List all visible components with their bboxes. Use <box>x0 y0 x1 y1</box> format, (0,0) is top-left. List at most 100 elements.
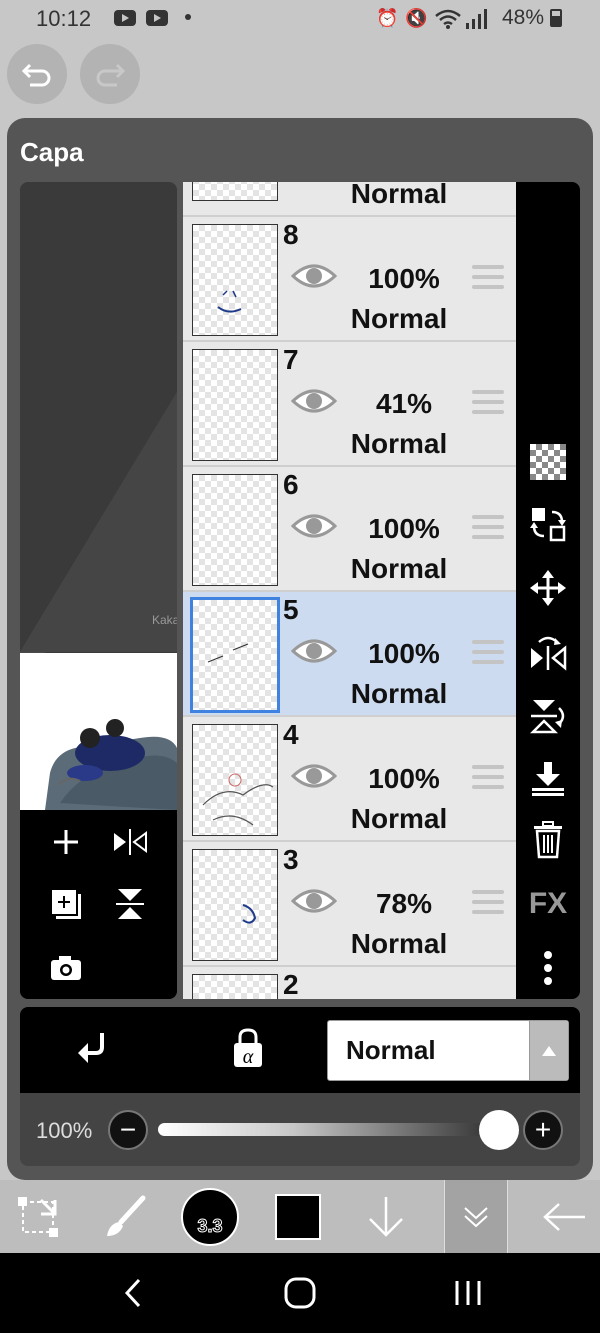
arrow-down-button[interactable] <box>360 1180 412 1253</box>
layer-row[interactable]: 8 100% Normal <box>183 217 516 342</box>
alpha-symbol: α <box>243 1046 254 1068</box>
opacity-increase-button[interactable]: + <box>523 1110 563 1150</box>
delete-icon[interactable] <box>526 818 570 862</box>
layer-blend-mode: Normal <box>350 428 448 459</box>
merge-down-icon[interactable] <box>526 756 570 800</box>
status-bar: 10:12 ⏰ 🔇 48% <box>0 0 600 38</box>
brush-tool-button[interactable] <box>96 1180 152 1253</box>
layer-blend-mode: Normal <box>350 303 448 334</box>
layer-row[interactable]: 2 <box>183 967 516 999</box>
wifi-icon <box>434 9 462 34</box>
clipping-icon[interactable] <box>76 1029 120 1073</box>
layer-blend-mode: Normal <box>350 928 448 959</box>
layer-thumbnail <box>192 849 278 961</box>
move-icon[interactable] <box>526 566 570 610</box>
preview-sketch-text: Kaka <box>152 613 177 627</box>
layer-blend-mode: Normal <box>350 803 448 834</box>
back-arrow-icon <box>543 1202 585 1231</box>
duplicate-layer-button[interactable] <box>46 884 86 924</box>
alpha-lock-icon[interactable]: α <box>230 1027 274 1075</box>
opacity-decrease-button[interactable]: − <box>108 1110 148 1150</box>
layer-opacity: 100% <box>368 513 440 544</box>
camera-icon <box>51 956 81 980</box>
layer-thumbnail <box>192 182 278 201</box>
drag-handle-icon[interactable] <box>472 265 504 293</box>
layer-row-selected[interactable]: 5 100% Normal <box>183 592 516 717</box>
brush-size-button[interactable]: 3.3 <box>178 1180 242 1253</box>
eye-icon[interactable] <box>291 761 337 791</box>
dropdown-arrow-icon <box>529 1021 568 1080</box>
flip-icon[interactable] <box>526 632 570 676</box>
layer-row[interactable]: 7 41% Normal <box>183 342 516 467</box>
layer-thumbnail <box>192 224 278 336</box>
layer-number: 7 <box>283 344 299 375</box>
fx-icon[interactable]: FX <box>526 882 570 926</box>
notification-dot <box>185 14 191 20</box>
eye-icon[interactable] <box>291 261 337 291</box>
flip-vertical-icon <box>116 889 144 919</box>
eye-icon[interactable] <box>291 636 337 666</box>
eye-icon[interactable] <box>291 511 337 541</box>
eye-icon[interactable] <box>291 386 337 416</box>
more-icon[interactable] <box>526 946 570 990</box>
flip-vertical-button[interactable] <box>110 884 150 924</box>
duplicate-layer-icon <box>52 890 81 919</box>
layer-number: 5 <box>283 594 299 625</box>
brush-size-value: 3.3 <box>197 1215 223 1236</box>
preview-controls <box>20 810 177 999</box>
layer-row[interactable]: 6 100% Normal <box>183 467 516 592</box>
rotate-flip-icon[interactable] <box>526 694 570 738</box>
opacity-slider-knob[interactable] <box>479 1110 519 1150</box>
drag-handle-icon[interactable] <box>472 640 504 668</box>
layer-list[interactable]: Normal 8 100% Normal 7 41% Normal 6 100%… <box>183 182 516 999</box>
layer-row[interactable]: Normal <box>183 182 516 217</box>
layer-blend-mode: Normal <box>350 678 448 709</box>
arrow-down-icon <box>369 1196 403 1237</box>
signal-icon <box>465 9 487 34</box>
drag-handle-icon[interactable] <box>472 765 504 793</box>
undo-icon <box>21 63 51 87</box>
add-layer-icon <box>54 830 78 854</box>
back-nav-icon[interactable] <box>108 1266 158 1320</box>
opacity-slider[interactable] <box>158 1123 493 1136</box>
transparency-icon[interactable] <box>526 440 570 484</box>
layer-opacity: 41% <box>375 388 433 419</box>
redo-icon <box>96 63 126 87</box>
back-arrow-button[interactable] <box>534 1180 594 1253</box>
brush-size-icon: 3.3 <box>181 1187 239 1246</box>
layer-thumbnail <box>192 724 278 836</box>
home-nav-icon[interactable] <box>275 1266 325 1320</box>
layers-collapse-button[interactable] <box>444 1180 508 1253</box>
redo-button[interactable] <box>80 44 140 104</box>
move-layer-icon[interactable] <box>526 502 570 546</box>
layer-number: 2 <box>283 969 299 999</box>
layer-row[interactable]: 4 100% Normal <box>183 717 516 842</box>
color-swatch[interactable] <box>272 1180 324 1253</box>
layer-row[interactable]: 3 78% Normal <box>183 842 516 967</box>
layer-opacity: 100% <box>368 763 440 794</box>
opacity-label: 100% <box>36 1118 93 1143</box>
layer-thumbnail <box>190 597 280 713</box>
mute-icon: 🔇 <box>405 8 428 28</box>
undo-button[interactable] <box>7 44 67 104</box>
layer-blend-mode: Normal <box>350 182 448 209</box>
blend-mode-select[interactable]: Normal <box>327 1020 569 1081</box>
drag-handle-icon[interactable] <box>472 890 504 918</box>
battery-percent: 48% <box>502 6 545 29</box>
flip-horizontal-button[interactable] <box>110 822 150 862</box>
eye-icon[interactable] <box>291 886 337 916</box>
add-layer-button[interactable] <box>46 822 86 862</box>
transform-tool-button[interactable] <box>10 1180 66 1253</box>
drag-handle-icon[interactable] <box>472 390 504 418</box>
youtube-icon <box>146 10 168 26</box>
color-swatch-fill <box>275 1193 321 1240</box>
panel-title: Capa <box>20 137 84 167</box>
transform-icon <box>18 1196 58 1237</box>
camera-button[interactable] <box>46 948 86 988</box>
layer-opacity: 78% <box>375 888 433 919</box>
recents-nav-icon[interactable] <box>443 1266 493 1320</box>
drag-handle-icon[interactable] <box>472 515 504 543</box>
layer-number: 4 <box>283 719 299 750</box>
layer-number: 6 <box>283 469 299 500</box>
canvas-thumbnail <box>20 653 177 810</box>
